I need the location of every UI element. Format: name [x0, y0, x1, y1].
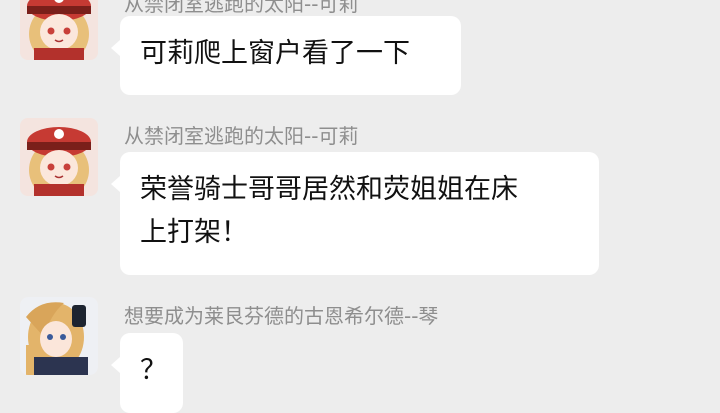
message-text-line: 上打架！: [140, 217, 248, 248]
sender-name: 想要成为莱艮芬德的古恩希尔德--琴: [124, 304, 439, 328]
bubble-tail: [111, 176, 120, 192]
bubble-tail: [111, 40, 120, 56]
message-text: 可莉爬上窗户看了一下: [140, 38, 410, 69]
message-text-line: 荣誉骑士哥哥居然和荧姐姐在床: [140, 174, 518, 205]
klee-avatar[interactable]: [20, 118, 98, 196]
message-bubble[interactable]: 可莉爬上窗户看了一下: [111, 16, 461, 95]
klee-avatar-image: [20, 0, 98, 60]
jean-avatar-image: [20, 297, 98, 375]
sender-name: 从禁闭室逃跑的太阳--可莉: [124, 0, 359, 16]
jean-avatar[interactable]: [20, 297, 98, 375]
message-text: ？: [140, 355, 167, 386]
message-bubble[interactable]: 荣誉骑士哥哥居然和荧姐姐在床 上打架！: [111, 152, 599, 275]
klee-avatar[interactable]: [20, 0, 98, 60]
chat-area: 从禁闭室逃跑的太阳--可莉 可莉爬上窗户看了一下 从禁闭室逃跑的太阳--可莉 荣…: [0, 0, 720, 413]
bubble-tail: [111, 357, 120, 373]
klee-avatar-image: [20, 118, 98, 196]
message-bubble[interactable]: ？: [111, 333, 183, 413]
sender-name: 从禁闭室逃跑的太阳--可莉: [124, 124, 359, 148]
